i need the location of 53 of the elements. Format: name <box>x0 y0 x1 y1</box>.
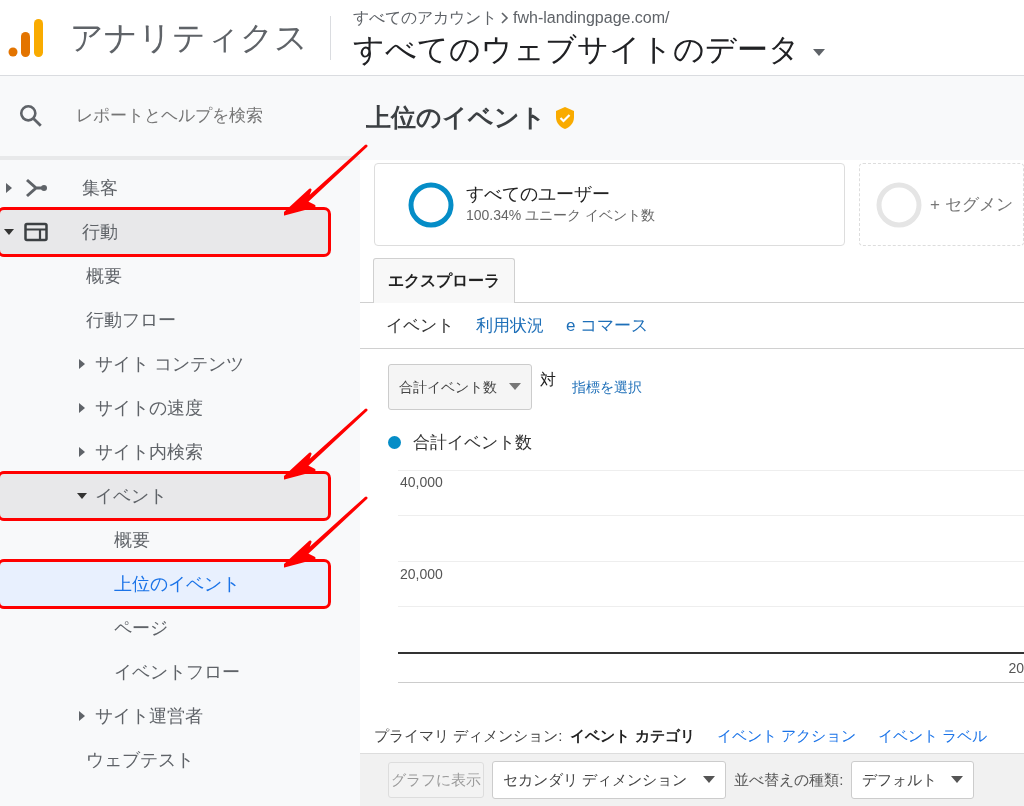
nav-item[interactable]: 行動フロー <box>0 298 328 342</box>
analytics-logo-icon <box>8 17 46 58</box>
subtab[interactable]: 利用状況 <box>476 312 544 339</box>
segment-name: すべてのユーザー <box>466 183 611 205</box>
ring-icon <box>876 181 922 228</box>
segment-card[interactable]: すべてのユーザー 100.34% ユニーク イベント数 <box>374 163 845 246</box>
secondary-dimension-dropdown[interactable]: セカンダリ ディメンション <box>492 761 727 799</box>
nav-item[interactable]: サイト内検索 <box>0 430 328 474</box>
sort-dropdown[interactable]: デフォルト <box>851 761 975 799</box>
nav-item[interactable]: 上位のイベント <box>0 562 328 606</box>
nav-item[interactable]: 集客 <box>0 166 328 210</box>
search-icon <box>18 103 44 129</box>
caret-icon <box>951 776 964 784</box>
dimension-option[interactable]: イベント アクション <box>716 724 856 747</box>
nav-item[interactable]: サイト コンテンツ <box>0 342 328 386</box>
dimension-option[interactable]: イベント ラベル <box>877 724 987 747</box>
dimension-option[interactable]: イベント カテゴリ <box>570 724 695 747</box>
segment-detail: 100.34% ユニーク イベント数 <box>466 206 656 225</box>
segment-name: + セグメン <box>930 193 1013 216</box>
versus-label: 対 <box>540 370 556 390</box>
app-name: アナリティクス <box>70 17 308 58</box>
y-axis-label: 40,000 <box>400 472 443 492</box>
subtab[interactable]: イベント <box>386 312 454 339</box>
tab[interactable]: エクスプローラ <box>373 258 515 303</box>
page-title: 上位のイベント <box>366 102 546 134</box>
breadcrumb-link[interactable]: すべてのアカウント <box>353 5 497 30</box>
nav-item[interactable]: イベント <box>0 474 328 518</box>
dimension-label: プライマリ ディメンション: <box>374 725 563 746</box>
nav-item[interactable]: 概要 <box>0 518 328 562</box>
nav-item[interactable]: イベントフロー <box>0 650 328 694</box>
branch-icon <box>24 178 48 198</box>
x-axis-label: 20 <box>1008 658 1024 678</box>
segment-card[interactable]: + セグメン <box>859 163 1024 246</box>
caret-icon <box>703 776 716 784</box>
select-metric-link[interactable]: 指標を選択 <box>572 376 642 398</box>
subtab[interactable]: e コマース <box>566 312 649 339</box>
view-selector[interactable]: すべてのウェブサイトのデータ <box>353 29 826 70</box>
y-axis-label: 20,000 <box>400 564 443 584</box>
nav-item[interactable]: 行動 <box>0 210 328 254</box>
caret-icon <box>509 383 521 391</box>
nav-item[interactable]: サイトの速度 <box>0 386 328 430</box>
layout-icon <box>24 222 48 242</box>
legend-label: 合計イベント数 <box>413 432 532 454</box>
caret-icon <box>812 48 826 57</box>
nav-item[interactable]: 概要 <box>0 254 328 298</box>
nav-item[interactable]: ウェブテスト <box>0 738 328 782</box>
nav-item[interactable]: サイト運営者 <box>0 694 328 738</box>
breadcrumb-link[interactable]: fwh-landingpage.com/ <box>513 5 670 30</box>
nav-item[interactable]: ページ <box>0 606 328 650</box>
metric-dropdown[interactable]: 合計イベント数 <box>388 364 532 410</box>
chevron-icon <box>501 11 509 24</box>
ring-icon <box>408 181 454 228</box>
sort-label: 並べ替えの種類: <box>734 769 844 790</box>
